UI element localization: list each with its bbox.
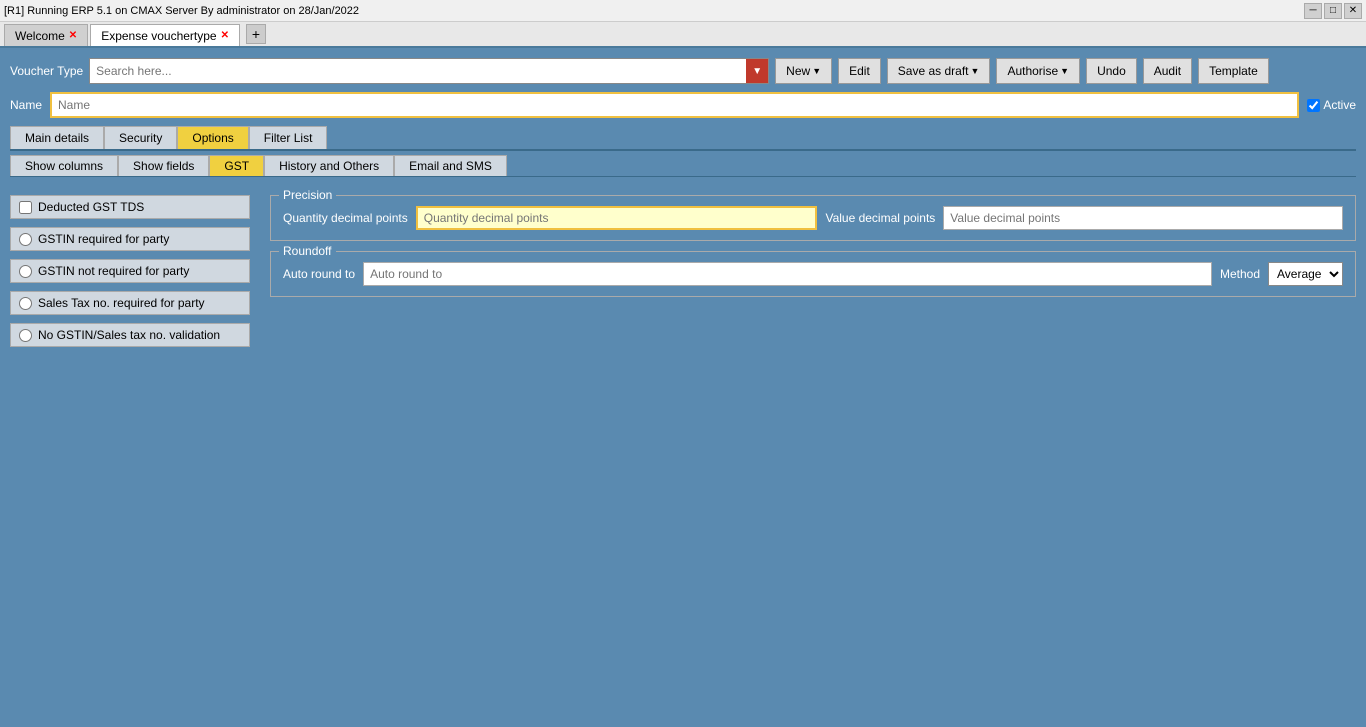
tab-expense-close[interactable]: ✕ <box>221 30 229 41</box>
deducted-gst-tds-item[interactable]: Deducted GST TDS <box>10 195 250 219</box>
tab-main-details[interactable]: Main details <box>10 126 104 149</box>
tab-options[interactable]: Options <box>177 126 248 149</box>
voucher-type-label: Voucher Type <box>10 64 83 78</box>
window-controls: ─ □ ✕ <box>1304 3 1362 19</box>
right-panel: Precision Quantity decimal points Value … <box>270 195 1356 347</box>
new-dropdown-arrow[interactable]: ▼ <box>812 66 821 76</box>
no-gstin-validation-radio[interactable] <box>19 329 32 342</box>
value-decimal-input[interactable] <box>943 206 1343 230</box>
quantity-decimal-input[interactable] <box>416 206 818 230</box>
edit-button[interactable]: Edit <box>838 58 881 84</box>
sales-tax-required-label: Sales Tax no. required for party <box>38 296 205 310</box>
audit-button[interactable]: Audit <box>1143 58 1192 84</box>
method-select[interactable]: Average Up Down <box>1268 262 1343 286</box>
precision-group: Precision Quantity decimal points Value … <box>270 195 1356 241</box>
nav-tabs: Main details Security Options Filter Lis… <box>10 126 1356 151</box>
authorise-button[interactable]: Authorise ▼ <box>996 58 1080 84</box>
tab-welcome[interactable]: Welcome ✕ <box>4 24 88 46</box>
authorise-dropdown-arrow[interactable]: ▼ <box>1060 66 1069 76</box>
sales-tax-required-radio[interactable] <box>19 297 32 310</box>
minimize-button[interactable]: ─ <box>1304 3 1322 19</box>
method-label: Method <box>1220 267 1260 281</box>
undo-button[interactable]: Undo <box>1086 58 1137 84</box>
search-combo <box>89 58 769 84</box>
roundoff-row: Auto round to Method Average Up Down <box>283 262 1343 286</box>
auto-round-input[interactable] <box>363 262 1212 286</box>
save-as-draft-button[interactable]: Save as draft ▼ <box>887 58 991 84</box>
save-draft-dropdown-arrow[interactable]: ▼ <box>971 66 980 76</box>
active-checkbox-label: Active <box>1307 98 1356 112</box>
tab-security[interactable]: Security <box>104 126 177 149</box>
tab-expense-vouchertype[interactable]: Expense vouchertype ✕ <box>90 24 240 46</box>
no-gstin-validation-label: No GSTIN/Sales tax no. validation <box>38 328 220 342</box>
tab-welcome-label: Welcome <box>15 29 65 43</box>
active-checkbox[interactable] <box>1307 99 1320 112</box>
sub-tab-email-sms[interactable]: Email and SMS <box>394 155 507 176</box>
deducted-gst-tds-label: Deducted GST TDS <box>38 200 144 214</box>
title-text: [R1] Running ERP 5.1 on CMAX Server By a… <box>4 5 359 17</box>
precision-row: Quantity decimal points Value decimal po… <box>283 206 1343 230</box>
no-gstin-validation-item[interactable]: No GSTIN/Sales tax no. validation <box>10 323 250 347</box>
auto-round-label: Auto round to <box>283 267 355 281</box>
tab-expense-label: Expense vouchertype <box>101 29 216 43</box>
tab-filter-list[interactable]: Filter List <box>249 126 328 149</box>
roundoff-title: Roundoff <box>279 244 336 258</box>
name-label: Name <box>10 98 42 112</box>
name-row: Name Active <box>10 92 1356 118</box>
sub-tab-history-others[interactable]: History and Others <box>264 155 394 176</box>
maximize-button[interactable]: □ <box>1324 3 1342 19</box>
quantity-decimal-label: Quantity decimal points <box>283 211 408 225</box>
content-area: Deducted GST TDS GSTIN required for part… <box>10 187 1356 355</box>
sub-tab-show-columns[interactable]: Show columns <box>10 155 118 176</box>
sales-tax-required-item[interactable]: Sales Tax no. required for party <box>10 291 250 315</box>
sub-nav-tabs: Show columns Show fields GST History and… <box>10 151 1356 177</box>
gstin-required-item[interactable]: GSTIN required for party <box>10 227 250 251</box>
gst-layout: Deducted GST TDS GSTIN required for part… <box>10 195 1356 347</box>
gstin-not-required-item[interactable]: GSTIN not required for party <box>10 259 250 283</box>
gstin-not-required-label: GSTIN not required for party <box>38 264 189 278</box>
roundoff-group: Roundoff Auto round to Method Average Up… <box>270 251 1356 297</box>
search-dropdown-arrow[interactable] <box>746 59 768 83</box>
title-bar: [R1] Running ERP 5.1 on CMAX Server By a… <box>0 0 1366 22</box>
sub-tab-gst[interactable]: GST <box>209 155 264 176</box>
search-input[interactable] <box>90 59 746 83</box>
gstin-not-required-radio[interactable] <box>19 265 32 278</box>
close-button[interactable]: ✕ <box>1344 3 1362 19</box>
tab-welcome-close[interactable]: ✕ <box>69 30 77 41</box>
value-decimal-label: Value decimal points <box>825 211 935 225</box>
add-tab-button[interactable]: + <box>246 24 266 44</box>
template-button[interactable]: Template <box>1198 58 1269 84</box>
precision-title: Precision <box>279 188 336 202</box>
tab-bar: Welcome ✕ Expense vouchertype ✕ + <box>0 22 1366 48</box>
gstin-required-radio[interactable] <box>19 233 32 246</box>
main-content: Voucher Type New ▼ Edit Save as draft ▼ … <box>0 48 1366 727</box>
deducted-gst-tds-checkbox[interactable] <box>19 201 32 214</box>
sub-tab-show-fields[interactable]: Show fields <box>118 155 209 176</box>
toolbar: Voucher Type New ▼ Edit Save as draft ▼ … <box>10 58 1356 84</box>
name-input[interactable] <box>50 92 1299 118</box>
gstin-required-label: GSTIN required for party <box>38 232 169 246</box>
left-panel: Deducted GST TDS GSTIN required for part… <box>10 195 250 347</box>
new-button[interactable]: New ▼ <box>775 58 832 84</box>
